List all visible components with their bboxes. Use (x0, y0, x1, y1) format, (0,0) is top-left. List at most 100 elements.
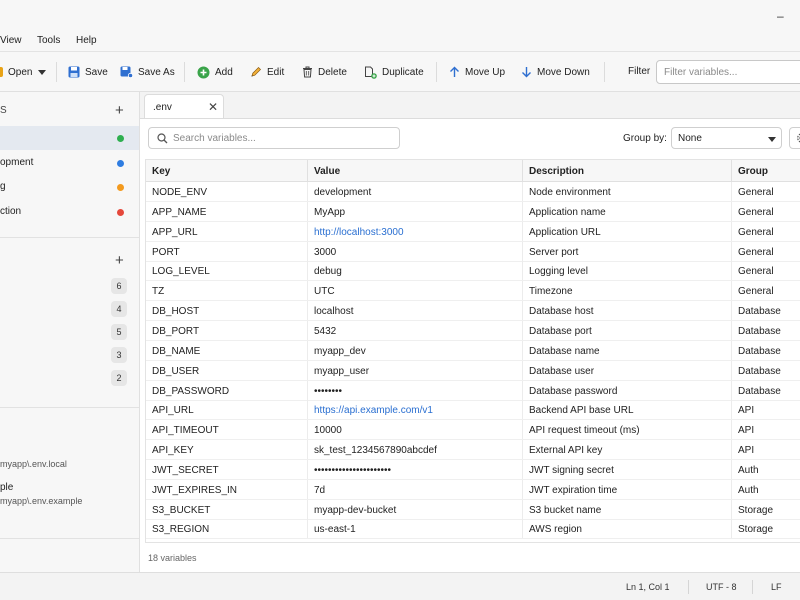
description-cell[interactable]: Database port (523, 320, 732, 340)
value-cell[interactable]: MyApp (308, 201, 523, 221)
minimize-icon[interactable]: – (777, 9, 784, 23)
add-button[interactable]: Add (197, 64, 233, 80)
description-cell[interactable]: Database user (523, 360, 732, 380)
table-row[interactable]: DB_USER myapp_user Database user Database (146, 360, 800, 381)
settings-button[interactable] (789, 127, 800, 149)
key-cell[interactable]: PORT (146, 241, 308, 261)
description-cell[interactable]: Database password (523, 380, 732, 400)
group-cell[interactable]: General (732, 242, 800, 261)
group-by-select[interactable]: None (671, 127, 782, 149)
table-row[interactable]: APP_URL http://localhost:3000 Application … (146, 221, 800, 242)
description-cell[interactable]: AWS region (523, 519, 732, 539)
key-cell[interactable]: DB_PASSWORD (146, 380, 308, 400)
description-cell[interactable]: S3 bucket name (523, 499, 732, 519)
description-cell[interactable]: Database name (523, 340, 732, 360)
value-cell[interactable]: •••••••••••••••••••••• (308, 459, 523, 479)
key-cell[interactable]: APP_URL (146, 221, 308, 241)
description-cell[interactable]: Logging level (523, 261, 732, 281)
key-cell[interactable]: S3_BUCKET (146, 499, 308, 519)
table-row[interactable]: APP_NAME MyApp Application name General (146, 201, 800, 222)
line-ending-indicator[interactable]: LF (771, 582, 782, 592)
group-cell[interactable]: Auth (732, 460, 800, 479)
duplicate-button[interactable]: Duplicate (364, 64, 424, 80)
value-cell[interactable]: us-east-1 (308, 519, 523, 539)
environment-item-staging[interactable]: g (0, 175, 139, 199)
environment-item-production[interactable]: ction (0, 200, 139, 224)
table-row[interactable]: API_KEY sk_test_1234567890abcdef External … (146, 440, 800, 461)
key-cell[interactable]: DB_NAME (146, 340, 308, 360)
table-row[interactable]: DB_NAME myapp_dev Database name Database (146, 340, 800, 361)
table-row[interactable]: JWT_EXPIRES_IN 7d JWT expiration time Auth (146, 479, 800, 500)
table-row[interactable]: API_TIMEOUT 10000 API request timeout (ms)… (146, 420, 800, 441)
description-cell[interactable]: Application name (523, 201, 732, 221)
key-cell[interactable]: JWT_EXPIRES_IN (146, 479, 308, 499)
group-cell[interactable]: General (732, 202, 800, 221)
key-cell[interactable]: NODE_ENV (146, 182, 308, 201)
value-cell[interactable]: development (308, 182, 523, 201)
key-cell[interactable]: DB_USER (146, 360, 308, 380)
column-header-value[interactable]: Value (308, 160, 523, 182)
add-group-icon[interactable]: + (115, 253, 124, 268)
table-row[interactable]: LOG_LEVEL debug Logging level General (146, 261, 800, 282)
filter-input[interactable] (656, 60, 800, 84)
description-cell[interactable]: API request timeout (ms) (523, 420, 732, 440)
value-cell[interactable]: •••••••• (308, 380, 523, 400)
key-cell[interactable]: S3_REGION (146, 519, 308, 539)
value-cell[interactable]: debug (308, 261, 523, 281)
group-cell[interactable]: Database (732, 341, 800, 360)
description-cell[interactable]: Node environment (523, 182, 732, 201)
table-row[interactable]: S3_REGION us-east-1 AWS region Storage (146, 519, 800, 540)
table-row[interactable]: NODE_ENV development Node environment Gener… (146, 182, 800, 202)
value-cell[interactable]: UTC (308, 281, 523, 301)
tab-env[interactable]: .env ✕ (144, 94, 224, 119)
key-cell[interactable]: API_URL (146, 400, 308, 420)
description-cell[interactable]: Timezone (523, 281, 732, 301)
description-cell[interactable]: Application URL (523, 221, 732, 241)
value-cell[interactable]: 10000 (308, 420, 523, 440)
key-cell[interactable]: DB_HOST (146, 301, 308, 321)
delete-button[interactable]: Delete (302, 64, 347, 80)
group-cell[interactable]: General (732, 222, 800, 241)
save-button[interactable]: Save (68, 64, 108, 80)
add-environment-icon[interactable]: + (115, 103, 124, 118)
group-cell[interactable]: General (732, 182, 800, 201)
group-cell[interactable]: API (732, 400, 800, 419)
table-row[interactable]: DB_PORT 5432 Database port Database (146, 320, 800, 341)
key-cell[interactable]: JWT_SECRET (146, 459, 308, 479)
table-row[interactable]: PORT 3000 Server port General (146, 241, 800, 262)
group-cell[interactable]: Storage (732, 500, 800, 519)
save-as-button[interactable]: Save As (120, 64, 175, 80)
group-cell[interactable]: Database (732, 301, 800, 320)
value-cell[interactable]: myapp_user (308, 360, 523, 380)
description-cell[interactable]: Database host (523, 301, 732, 321)
menu-tools[interactable]: Tools (37, 35, 60, 46)
menu-view[interactable]: View (0, 35, 22, 46)
search-box[interactable] (148, 127, 400, 149)
group-cell[interactable]: Database (732, 321, 800, 340)
key-cell[interactable]: DB_PORT (146, 320, 308, 340)
table-row[interactable]: API_URL https://api.example.com/v1 Backend… (146, 400, 800, 421)
table-row[interactable]: DB_PASSWORD •••••••• Database password Data… (146, 380, 800, 401)
value-cell[interactable]: 3000 (308, 241, 523, 261)
column-header-key[interactable]: Key (146, 160, 308, 182)
description-cell[interactable]: External API key (523, 440, 732, 460)
value-cell[interactable]: https://api.example.com/v1 (308, 400, 523, 420)
group-cell[interactable]: Auth (732, 480, 800, 499)
key-cell[interactable]: API_TIMEOUT (146, 420, 308, 440)
value-cell[interactable]: http://localhost:3000 (308, 221, 523, 241)
group-cell[interactable]: API (732, 420, 800, 439)
group-cell[interactable]: API (732, 440, 800, 459)
table-row[interactable]: S3_BUCKET myapp-dev-bucket S3 bucket name S… (146, 499, 800, 520)
description-cell[interactable]: JWT expiration time (523, 479, 732, 499)
menu-help[interactable]: Help (76, 35, 97, 46)
group-cell[interactable]: Database (732, 361, 800, 380)
group-cell[interactable]: Storage (732, 519, 800, 538)
key-cell[interactable]: LOG_LEVEL (146, 261, 308, 281)
value-cell[interactable]: localhost (308, 301, 523, 321)
move-down-button[interactable]: Move Down (521, 64, 590, 80)
table-row[interactable]: JWT_SECRET •••••••••••••••••••••• JWT sign… (146, 459, 800, 480)
value-cell[interactable]: 5432 (308, 320, 523, 340)
key-cell[interactable]: API_KEY (146, 440, 308, 460)
table-row[interactable]: DB_HOST localhost Database host Database (146, 301, 800, 322)
environment-item-default[interactable] (0, 126, 139, 150)
